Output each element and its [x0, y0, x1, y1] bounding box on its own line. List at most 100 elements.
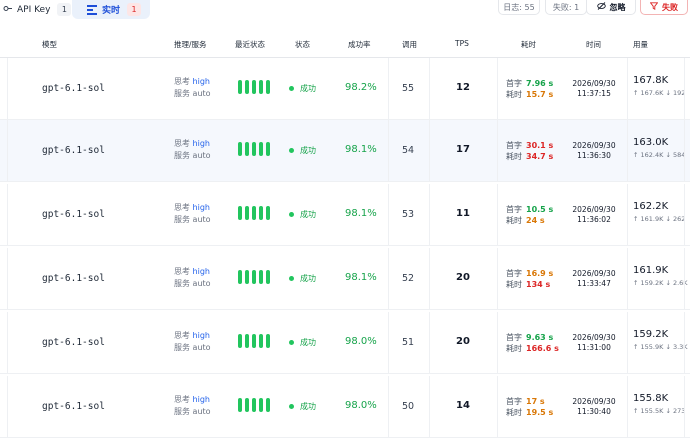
status-text: 成功 [300, 210, 316, 219]
status-bar [259, 80, 263, 94]
success-rate: 98.1% [345, 144, 377, 155]
status-bar [252, 80, 256, 94]
ignore-label: 忽略 [609, 2, 626, 12]
usage-breakdown: ↑ 155.5K ↓ 273 [633, 407, 686, 415]
duration-label: 耗时 [506, 408, 522, 417]
think-level: high [192, 139, 210, 148]
status-badge: 成功 [289, 337, 316, 348]
first-token-label: 首字 [506, 141, 522, 150]
recent-status-bars [238, 142, 270, 156]
table-row[interactable]: gpt-6.1-sol 思考 high 服务 auto 成功 98.1% 54 … [0, 120, 690, 182]
status-bar [245, 80, 249, 94]
success-rate: 98.0% [345, 400, 377, 411]
row-divider [627, 120, 628, 182]
think-label: 思考 [174, 203, 190, 212]
status-bar [259, 334, 263, 348]
table-row[interactable]: gpt-6.1-sol 思考 high 服务 auto 成功 98.0% 50 … [0, 376, 690, 438]
table-row[interactable]: gpt-6.1-sol 思考 high 服务 auto 成功 98.2% 55 … [0, 58, 690, 120]
model-name: gpt-6.1-sol [42, 401, 105, 412]
first-token-value: 16.9 s [526, 269, 554, 278]
timestamp-date: 2026/09/30 [572, 397, 616, 406]
live-list-icon [87, 5, 97, 15]
call-count: 52 [402, 273, 415, 284]
status-bar [238, 334, 242, 348]
reasoning-service: 思考 high 服务 auto [174, 76, 211, 100]
usage-total: 162.2K [633, 201, 669, 212]
usage: 162.2K ↑ 161.9K ↓ 262 [633, 200, 685, 226]
first-token-value: 30.1 s [526, 141, 554, 150]
row-divider [627, 58, 628, 120]
first-token-label: 首字 [506, 79, 522, 88]
tps-value: 17 [456, 144, 470, 155]
status-bar [259, 398, 263, 412]
table-row[interactable]: gpt-6.1-sol 思考 high 服务 auto 成功 98.0% 51 … [0, 312, 690, 374]
latency: 首字 16.9 s 耗时 134 s [506, 268, 553, 290]
call-count: 54 [402, 145, 415, 156]
row-divider [429, 120, 430, 182]
first-token-value: 9.63 s [526, 333, 554, 342]
reasoning-service: 思考 high 服务 auto [174, 394, 211, 418]
status-bar [266, 398, 270, 412]
tab-api-key-badge: 1 [57, 3, 72, 16]
status-dot [289, 86, 294, 91]
status-badge: 成功 [289, 83, 316, 94]
row-divider [497, 312, 498, 374]
fail-filter-button[interactable]: 失败 [640, 0, 688, 15]
status-bar [238, 206, 242, 220]
call-count: 53 [402, 209, 415, 220]
status-bar [238, 142, 242, 156]
row-divider [684, 376, 685, 438]
call-count: 50 [402, 401, 415, 412]
first-token-label: 首字 [506, 269, 522, 278]
status-bar [266, 80, 270, 94]
row-divider [388, 248, 389, 310]
status-badge: 成功 [289, 401, 316, 412]
fail-count-text: 失败: 1 [552, 2, 580, 12]
usage: 161.9K ↑ 159.2K ↓ 2.6K [633, 264, 688, 290]
status-text: 成功 [300, 338, 316, 347]
think-label: 思考 [174, 395, 190, 404]
col-status: 状态 [295, 40, 310, 49]
first-token-value: 17 s [526, 397, 545, 406]
row-divider [429, 184, 430, 246]
duration-value: 134 s [526, 280, 551, 289]
timestamp: 2026/09/30 11:36:30 [572, 141, 616, 161]
col-tps: TPS [455, 39, 469, 48]
timestamp: 2026/09/30 11:30:40 [572, 397, 616, 417]
col-reasoning: 推理/服务 [174, 40, 207, 49]
usage: 159.2K ↑ 155.9K ↓ 3.3K [633, 328, 688, 354]
duration-label: 耗时 [506, 152, 522, 161]
timestamp-clock: 11:36:30 [577, 151, 611, 160]
latency: 首字 7.96 s 耗时 15.7 s [506, 78, 553, 100]
status-bar [238, 80, 242, 94]
col-model: 模型 [42, 40, 57, 49]
tps-value: 14 [456, 400, 470, 411]
model-name: gpt-6.1-sol [42, 145, 105, 156]
row-divider [497, 248, 498, 310]
duration-label: 耗时 [506, 90, 522, 99]
tab-api-key[interactable]: API Key 1 [0, 0, 72, 19]
think-level: high [192, 267, 210, 276]
status-badge: 成功 [289, 273, 316, 284]
col-latency: 耗时 [521, 40, 536, 49]
status-dot [289, 212, 294, 217]
tps-value: 12 [456, 82, 470, 93]
duration-value: 19.5 s [526, 408, 554, 417]
timestamp: 2026/09/30 11:33:47 [572, 269, 616, 289]
status-bar [245, 270, 249, 284]
table-row[interactable]: gpt-6.1-sol 思考 high 服务 auto 成功 98.1% 53 … [0, 184, 690, 246]
reasoning-service: 思考 high 服务 auto [174, 330, 211, 354]
usage-breakdown: ↑ 155.9K ↓ 3.3K [633, 343, 688, 351]
think-level: high [192, 77, 210, 86]
latency: 首字 30.1 s 耗时 34.7 s [506, 140, 553, 162]
ignore-button[interactable]: 忽略 [586, 0, 636, 15]
row-divider [388, 184, 389, 246]
model-name: gpt-6.1-sol [42, 209, 105, 220]
tab-live[interactable]: 实时 1 [72, 0, 150, 19]
reasoning-service: 思考 high 服务 auto [174, 202, 211, 226]
table-row[interactable]: gpt-6.1-sol 思考 high 服务 auto 成功 98.1% 52 … [0, 248, 690, 310]
latency: 首字 9.63 s 耗时 166.6 s [506, 332, 559, 354]
col-success-rate: 成功率 [348, 40, 371, 49]
service-tier: auto [192, 407, 211, 416]
timestamp: 2026/09/30 11:36:02 [572, 205, 616, 225]
